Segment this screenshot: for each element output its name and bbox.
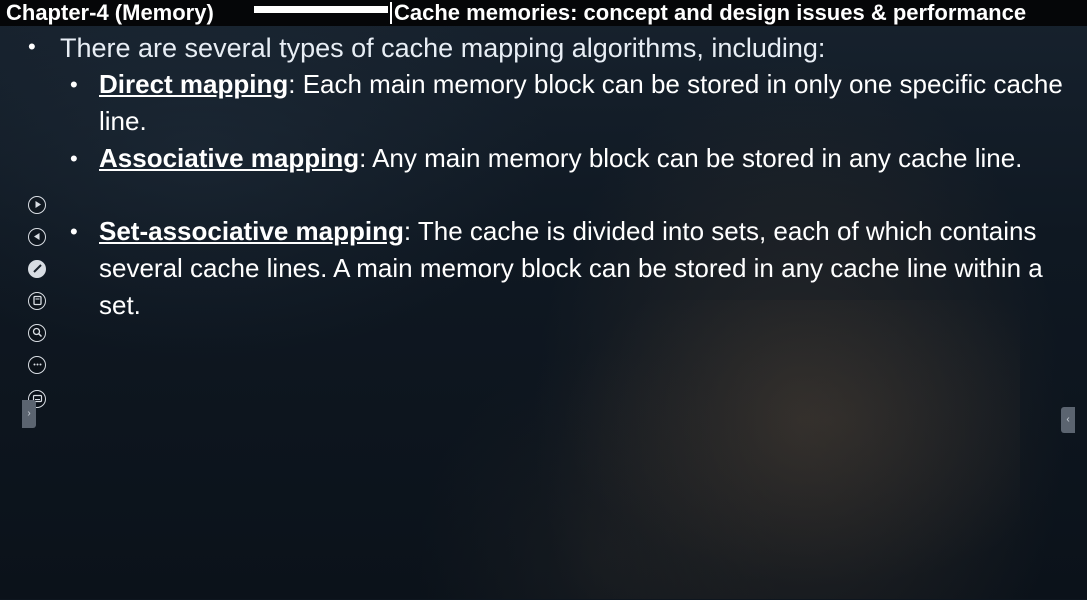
bullet-dot: •	[70, 72, 78, 97]
term-associative-mapping: Associative mapping	[99, 143, 360, 173]
description-associative-mapping: : Any main memory block can be stored in…	[359, 143, 1023, 173]
intro-text: There are several types of cache mapping…	[60, 33, 826, 63]
expand-panel-left-icon[interactable]: ›	[22, 400, 36, 428]
slide-content: • There are several types of cache mappi…	[0, 0, 1087, 599]
previous-slide-icon[interactable]	[28, 228, 46, 246]
more-options-icon[interactable]	[28, 356, 46, 374]
term-set-associative-mapping: Set-associative mapping	[99, 216, 404, 246]
list-item-direct-mapping: Direct mapping: Each main memory block c…	[99, 66, 1074, 140]
highlighter-icon[interactable]	[28, 292, 46, 310]
bullet-dot: •	[70, 219, 78, 244]
bullet-dot: •	[28, 34, 36, 59]
pen-icon[interactable]	[28, 260, 46, 278]
list-item-associative-mapping: Associative mapping: Any main memory blo…	[99, 140, 1074, 177]
expand-panel-right-icon[interactable]: ‹	[1061, 407, 1075, 433]
bullet-dot: •	[70, 146, 78, 171]
term-direct-mapping: Direct mapping	[99, 69, 289, 99]
zoom-icon[interactable]	[28, 324, 46, 342]
next-slide-icon[interactable]	[28, 196, 46, 214]
list-item-set-associative-mapping: Set-associative mapping: The cache is di…	[99, 213, 1074, 324]
